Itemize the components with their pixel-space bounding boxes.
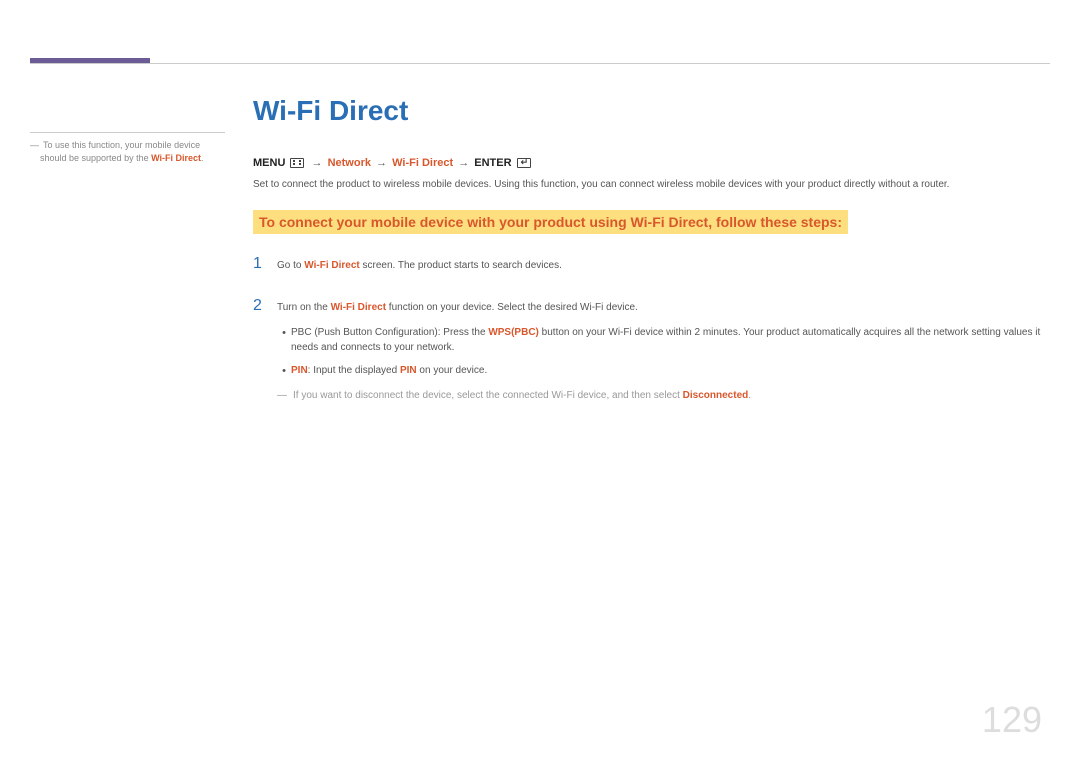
breadcrumb-network: Network: [328, 157, 371, 169]
arrow-icon: →: [376, 157, 387, 169]
page-title: Wi-Fi Direct: [253, 95, 1042, 127]
footnote-text: If you want to disconnect the device, se…: [293, 390, 683, 401]
sidebar-dash-icon: ―: [30, 139, 39, 152]
arrow-icon: →: [312, 157, 323, 169]
footnote: ― If you want to disconnect the device, s…: [277, 388, 1042, 403]
step-body: Go to Wi-Fi Direct screen. The product s…: [277, 258, 1042, 273]
bullet-text: PBC (Push Button Configuration): Press t…: [291, 327, 488, 338]
bullet-content: PIN: Input the displayed PIN on your dev…: [291, 363, 1042, 380]
highlight-heading: To connect your mobile device with your …: [253, 210, 848, 234]
step-text: function on your device. Select the desi…: [386, 302, 638, 313]
footnote-dash-icon: ―: [277, 390, 287, 401]
footnote-text-red: Disconnected: [683, 390, 749, 401]
intro-text: Set to connect the product to wireless m…: [253, 177, 1042, 192]
bullet-text: : Input the displayed: [308, 365, 400, 376]
enter-icon: [517, 158, 531, 168]
step-text-red: Wi-Fi Direct: [304, 260, 359, 271]
sidebar-note: ― To use this function, your mobile devi…: [30, 132, 225, 164]
step-text: Turn on the: [277, 302, 331, 313]
breadcrumb-enter-label: ENTER: [474, 157, 511, 169]
bullet-pin: • PIN: Input the displayed PIN on your d…: [277, 363, 1042, 380]
step-1: 1 Go to Wi-Fi Direct screen. The product…: [253, 252, 1042, 276]
bullet-dot-icon: •: [277, 363, 291, 380]
main-content: Wi-Fi Direct MENU → Network → Wi-Fi Dire…: [253, 95, 1042, 413]
sub-bullets: • PBC (Push Button Configuration): Press…: [277, 325, 1042, 380]
step-number: 1: [253, 252, 277, 276]
sidebar-note-suffix: .: [201, 153, 204, 163]
step-text-red: Wi-Fi Direct: [331, 302, 386, 313]
menu-icon: [290, 158, 304, 168]
bullet-pbc: • PBC (Push Button Configuration): Press…: [277, 325, 1042, 355]
breadcrumb-wifidirect: Wi-Fi Direct: [392, 157, 453, 169]
footnote-text: .: [748, 390, 751, 401]
breadcrumb-menu-label: MENU: [253, 157, 285, 169]
sidebar-note-text: To use this function, your mobile device…: [40, 139, 225, 164]
step-2: 2 Turn on the Wi-Fi Direct function on y…: [253, 294, 1042, 403]
bullet-text-red: PIN: [400, 365, 417, 376]
bullet-text: on your device.: [417, 365, 488, 376]
step-text: screen. The product starts to search dev…: [360, 260, 562, 271]
arrow-icon: →: [458, 157, 469, 169]
bullet-text-red: WPS(PBC): [488, 327, 539, 338]
sidebar-note-red: Wi-Fi Direct: [151, 153, 201, 163]
step-text: Go to: [277, 260, 304, 271]
page-number: 129: [982, 699, 1042, 741]
page-container: ― To use this function, your mobile devi…: [0, 0, 1080, 763]
breadcrumb: MENU → Network → Wi-Fi Direct → ENTER: [253, 157, 1042, 169]
bullet-dot-icon: •: [277, 325, 291, 355]
top-horizontal-rule: [30, 63, 1050, 64]
step-body: Turn on the Wi-Fi Direct function on you…: [277, 300, 1042, 403]
step-number: 2: [253, 294, 277, 318]
bullet-text-red: PIN: [291, 365, 308, 376]
bullet-content: PBC (Push Button Configuration): Press t…: [291, 325, 1042, 355]
